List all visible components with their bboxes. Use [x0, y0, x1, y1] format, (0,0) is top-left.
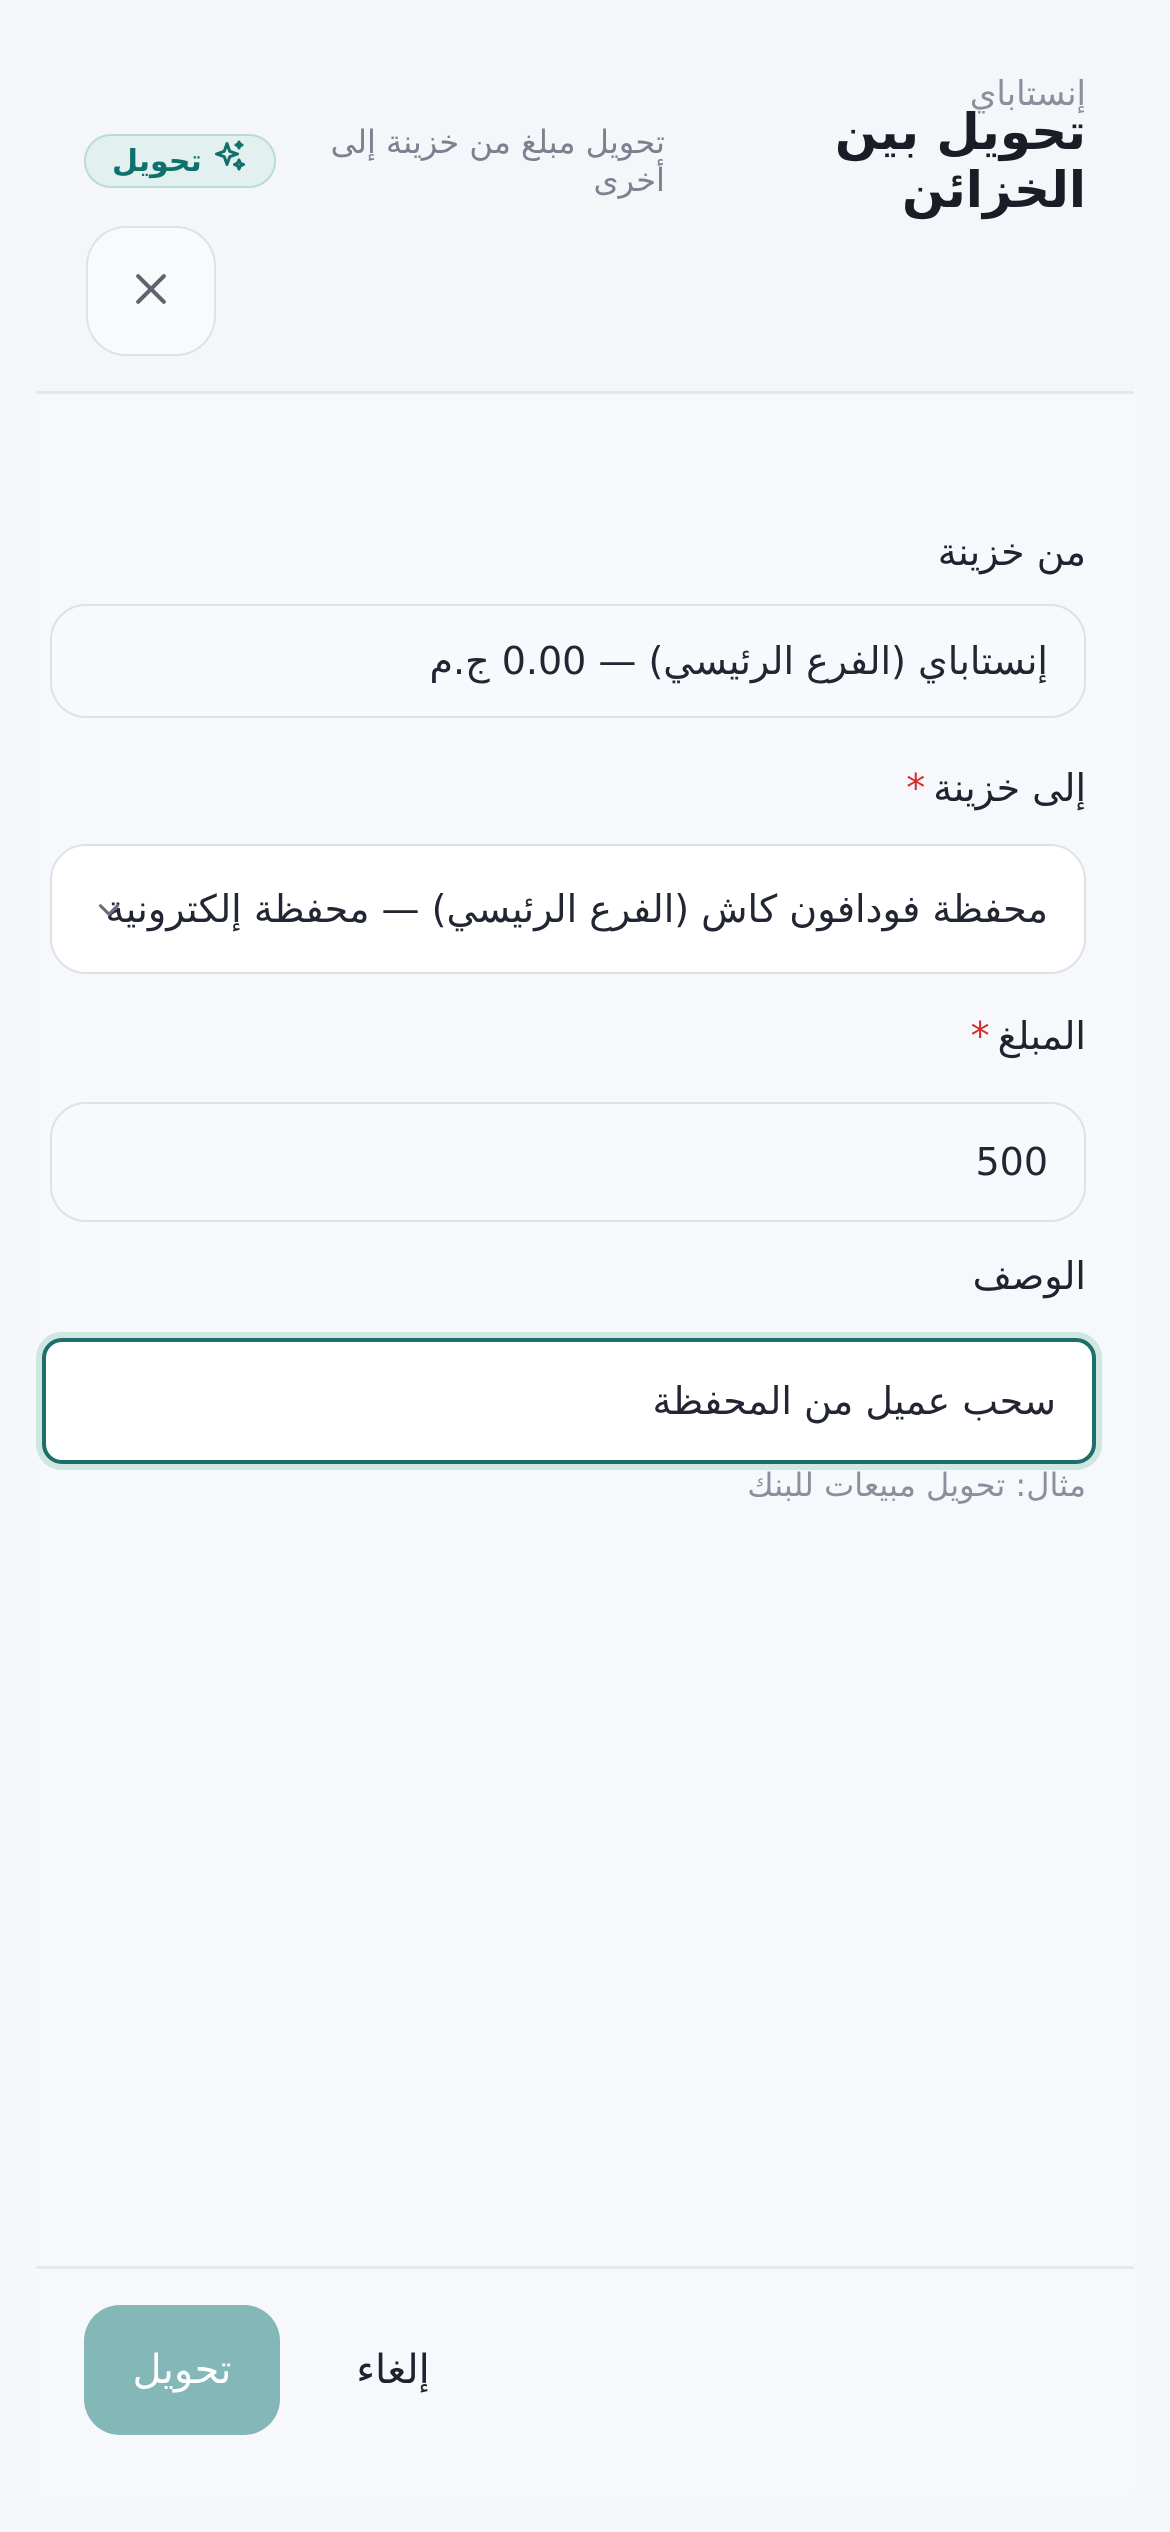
amount-label: المبلغ* [971, 1014, 1086, 1058]
transfer-sheet: إنستاباي تحويل بين الخزائن تحويل مبلغ من… [36, 34, 1134, 2494]
close-button[interactable] [86, 226, 216, 356]
transfer-badge: تحويل [84, 134, 276, 188]
submit-transfer-button[interactable]: تحويل [84, 2305, 280, 2435]
from-safe-field[interactable]: إنستاباي (الفرع الرئيسي) — 0.00 ج.م [50, 604, 1086, 718]
amount-label-text: المبلغ [997, 1014, 1086, 1058]
page-title: تحويل بين الخزائن [834, 103, 1086, 219]
chevron-down-icon [92, 892, 126, 926]
sheet-header: إنستاباي تحويل بين الخزائن تحويل مبلغ من… [36, 34, 1134, 394]
close-icon [129, 267, 173, 315]
sparkles-icon [212, 139, 248, 183]
amount-input[interactable]: 500 [50, 1102, 1086, 1222]
title-row: تحويل بين الخزائن تحويل مبلغ من خزينة إل… [84, 103, 1086, 219]
cancel-button[interactable]: إلغاء [328, 2305, 458, 2435]
page-subtitle: تحويل مبلغ من خزينة إلى أخرى [330, 123, 665, 199]
description-value: سحب عميل من المحفظة [652, 1379, 1057, 1423]
to-safe-label-text: إلى خزينة [933, 766, 1086, 810]
from-safe-value: إنستاباي (الفرع الرئيسي) — 0.00 ج.م [429, 639, 1049, 683]
description-label: الوصف [973, 1254, 1086, 1298]
required-mark: * [970, 1014, 990, 1058]
from-safe-label: من خزينة [938, 530, 1086, 574]
sheet-footer: تحويل إلغاء [36, 2266, 1134, 2494]
to-safe-value: محفظة فودافون كاش (الفرع الرئيسي) — محفظ… [105, 887, 1048, 931]
description-hint: مثال: تحويل مبيعات للبنك [747, 1466, 1086, 1504]
required-mark: * [906, 766, 926, 810]
from-safe-label-text: من خزينة [937, 530, 1086, 574]
to-safe-label: إلى خزينة* [906, 766, 1086, 810]
amount-value: 500 [975, 1140, 1048, 1184]
to-safe-select[interactable]: محفظة فودافون كاش (الفرع الرئيسي) — محفظ… [50, 844, 1086, 974]
badge-label: تحويل [112, 143, 202, 179]
description-label-text: الوصف [972, 1254, 1086, 1298]
description-input[interactable]: سحب عميل من المحفظة [42, 1338, 1096, 1464]
